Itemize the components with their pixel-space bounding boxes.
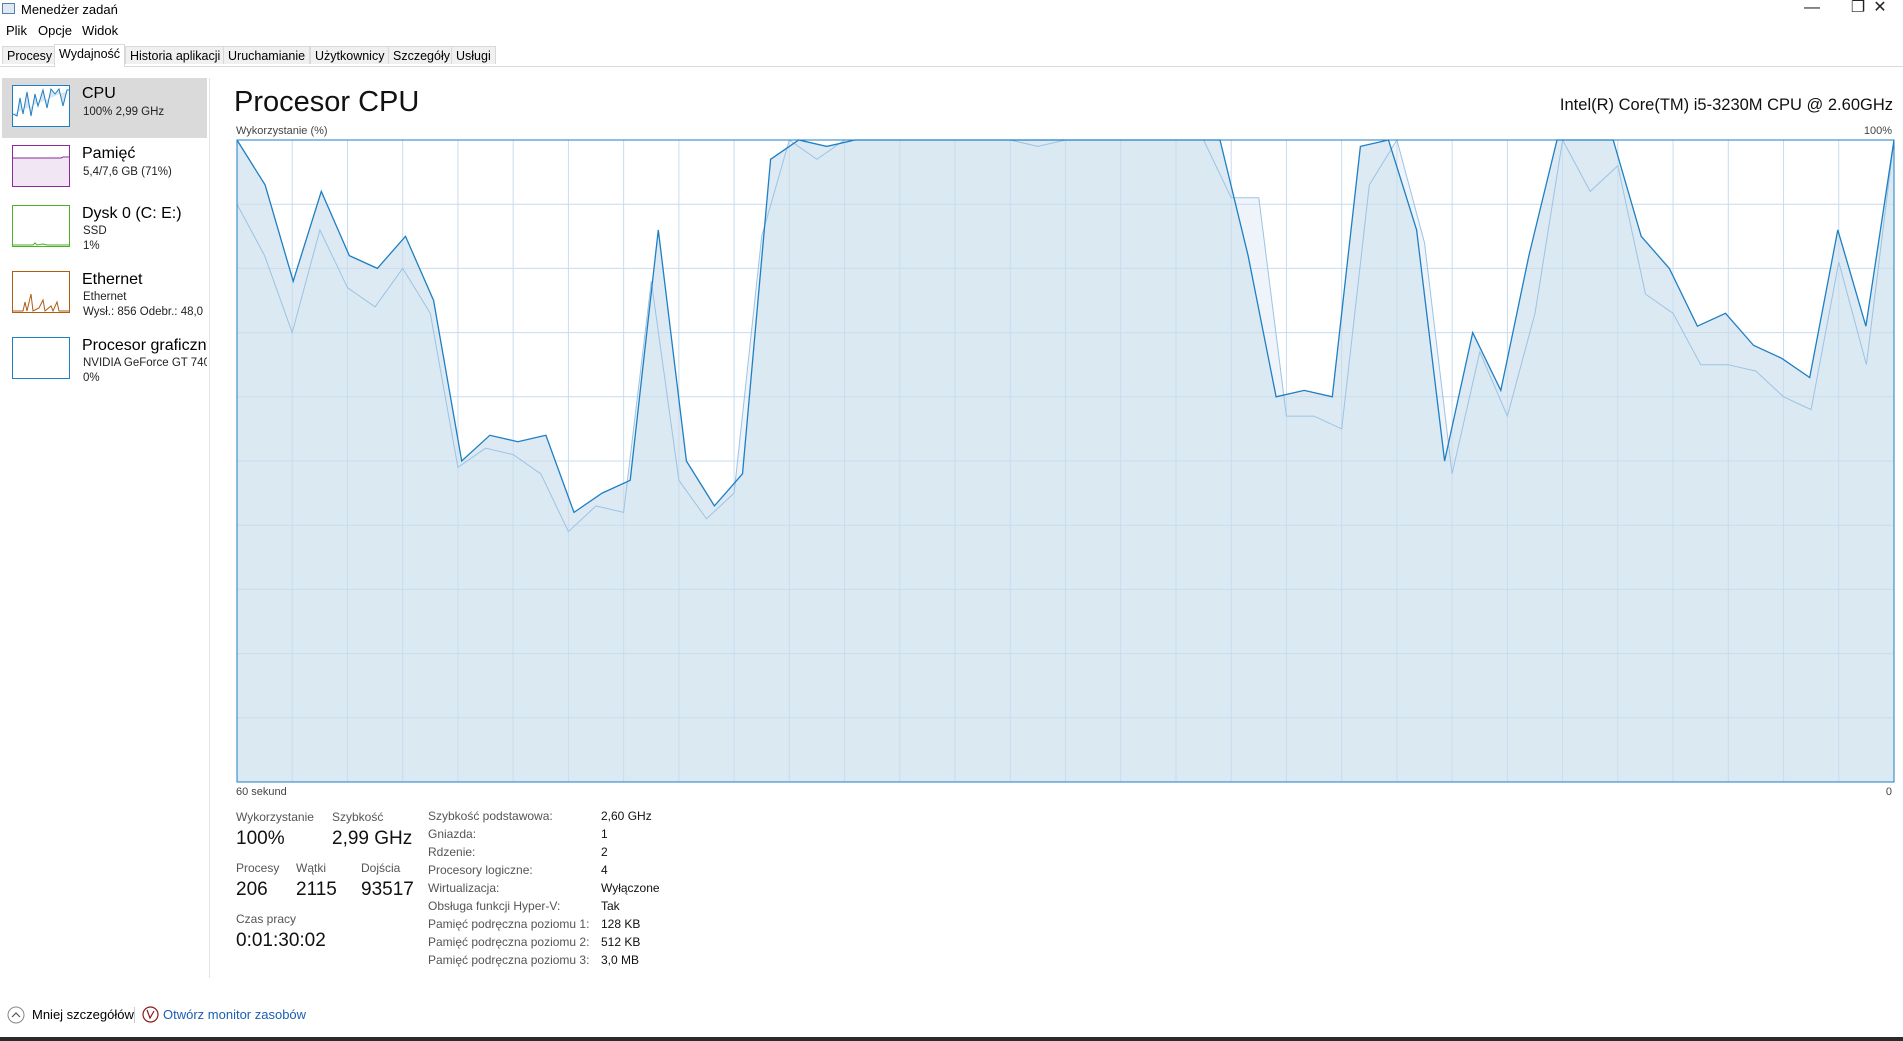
spec-value: 128 KB	[601, 917, 641, 931]
sidebar-item-ethernet[interactable]: Ethernet Ethernet Wysł.: 856 Odebr.: 48,…	[2, 264, 207, 324]
spec-value: 1	[601, 827, 608, 841]
open-resource-monitor-link[interactable]: Otwórz monitor zasobów	[163, 1007, 306, 1022]
sidebar-item-detail: 1%	[83, 240, 100, 252]
sidebar-item-detail: 5,4/7,6 GB (71%)	[83, 166, 172, 178]
tab-performance[interactable]: Wydajność	[54, 44, 126, 67]
handles-label: Dojścia	[361, 861, 401, 875]
tab-app-history[interactable]: Historia aplikacji	[125, 46, 226, 64]
usage-label: Wykorzystanie	[236, 810, 314, 824]
footer-divider	[134, 1007, 135, 1023]
threads-value: 2115	[296, 879, 337, 900]
sidebar-item-detail: NVIDIA GeForce GT 740M	[83, 357, 207, 369]
sidebar-item-detail: 0%	[83, 372, 100, 384]
spec-label: Wirtualizacja:	[428, 881, 500, 895]
uptime-label: Czas pracy	[236, 912, 297, 926]
handles-value: 93517	[361, 879, 414, 900]
sidebar-item-detail: Wysł.: 856 Odebr.: 48,0 K	[83, 306, 207, 318]
tab-services[interactable]: Usługi	[451, 46, 496, 64]
spec-label: Pamięć podręczna poziomu 1:	[428, 917, 590, 931]
uptime-value: 0:01:30:02	[236, 930, 326, 951]
tab-processes[interactable]: Procesy	[2, 46, 58, 64]
processes-value: 206	[236, 879, 268, 900]
spec-label: Szybkość podstawowa:	[428, 809, 553, 823]
sidebar-item-detail: 100% 2,99 GHz	[83, 106, 165, 118]
footer-bar: Mniej szczegółów Otwórz monitor zasobów	[0, 1000, 1903, 1030]
spec-label: Procesory logiczne:	[428, 863, 533, 877]
cpu-graph-icon	[12, 85, 70, 127]
sidebar-item-title: CPU	[82, 85, 116, 102]
memory-graph-icon	[12, 145, 70, 187]
graph-x-right-label: 0	[1885, 786, 1892, 798]
sidebar-item-cpu[interactable]: CPU 100% 2,99 GHz	[2, 78, 207, 138]
spec-value: 3,0 MB	[601, 953, 640, 967]
page-title: Procesor CPU	[234, 86, 420, 118]
spec-value: 2	[601, 845, 608, 859]
graph-x-left-label: 60 sekund	[236, 786, 287, 798]
menu-options[interactable]: Opcje	[38, 23, 72, 38]
gpu-graph-icon	[12, 337, 70, 379]
sidebar-item-title: Pamięć	[82, 145, 136, 162]
tab-details[interactable]: Szczegóły	[388, 46, 455, 64]
speed-value: 2,99 GHz	[332, 828, 413, 849]
graph-y-axis-label: Wykorzystanie (%)	[236, 125, 328, 137]
spec-label: Obsługa funkcji Hyper-V:	[428, 899, 561, 913]
graph-y-max-label: 100%	[1863, 125, 1892, 137]
spec-value: Wyłączone	[601, 881, 660, 895]
performance-sidebar: CPU 100% 2,99 GHz Pamięć 5,4/7,6 GB (71%…	[0, 78, 210, 978]
cpu-model-name: Intel(R) Core(TM) i5-3230M CPU @ 2.60GHz	[1559, 96, 1893, 114]
close-button[interactable]: ✕	[1857, 0, 1903, 20]
sidebar-item-memory[interactable]: Pamięć 5,4/7,6 GB (71%)	[2, 138, 207, 198]
window-title: Menedżer zadań	[21, 2, 118, 17]
chevron-up-icon[interactable]	[7, 1006, 25, 1024]
tab-users[interactable]: Użytkownicy	[310, 46, 390, 64]
sidebar-item-disk[interactable]: Dysk 0 (C: E:) SSD 1%	[2, 198, 207, 258]
spec-value: 2,60 GHz	[601, 809, 652, 823]
spec-label: Pamięć podręczna poziomu 2:	[428, 935, 590, 949]
minimize-button[interactable]: —	[1789, 0, 1835, 20]
ethernet-graph-icon	[12, 271, 70, 313]
spec-label: Rdzenie:	[428, 845, 476, 859]
disk-graph-icon	[12, 205, 70, 247]
spec-value: Tak	[601, 899, 620, 913]
usage-value: 100%	[236, 828, 285, 849]
tab-bar: Procesy Wydajność Historia aplikacji Uru…	[0, 44, 1903, 67]
sidebar-item-title: Procesor graficzny	[82, 337, 207, 354]
menu-view[interactable]: Widok	[82, 23, 118, 38]
sidebar-item-title: Ethernet	[82, 271, 143, 288]
fewer-details-link[interactable]: Mniej szczegółów	[32, 1007, 134, 1022]
menu-file[interactable]: Plik	[6, 23, 27, 38]
cpu-usage-graph	[236, 139, 1895, 783]
resource-monitor-icon[interactable]	[142, 1006, 159, 1023]
processes-label: Procesy	[236, 861, 280, 875]
sidebar-item-title: Dysk 0 (C: E:)	[82, 205, 182, 222]
sidebar-item-detail: SSD	[83, 225, 107, 237]
speed-label: Szybkość	[332, 810, 384, 824]
sidebar-item-detail: Ethernet	[83, 291, 127, 303]
spec-label: Gniazda:	[428, 827, 477, 841]
spec-label: Pamięć podręczna poziomu 3:	[428, 953, 590, 967]
spec-value: 4	[601, 863, 608, 877]
task-manager-icon	[2, 3, 15, 14]
threads-label: Wątki	[296, 861, 326, 875]
taskbar-edge	[0, 1037, 1903, 1041]
sidebar-item-gpu[interactable]: Procesor graficzny NVIDIA GeForce GT 740…	[2, 330, 207, 390]
title-bar: Menedżer zadań — ❐ ✕	[0, 0, 1903, 20]
spec-value: 512 KB	[601, 935, 641, 949]
tab-startup[interactable]: Uruchamianie	[223, 46, 311, 64]
